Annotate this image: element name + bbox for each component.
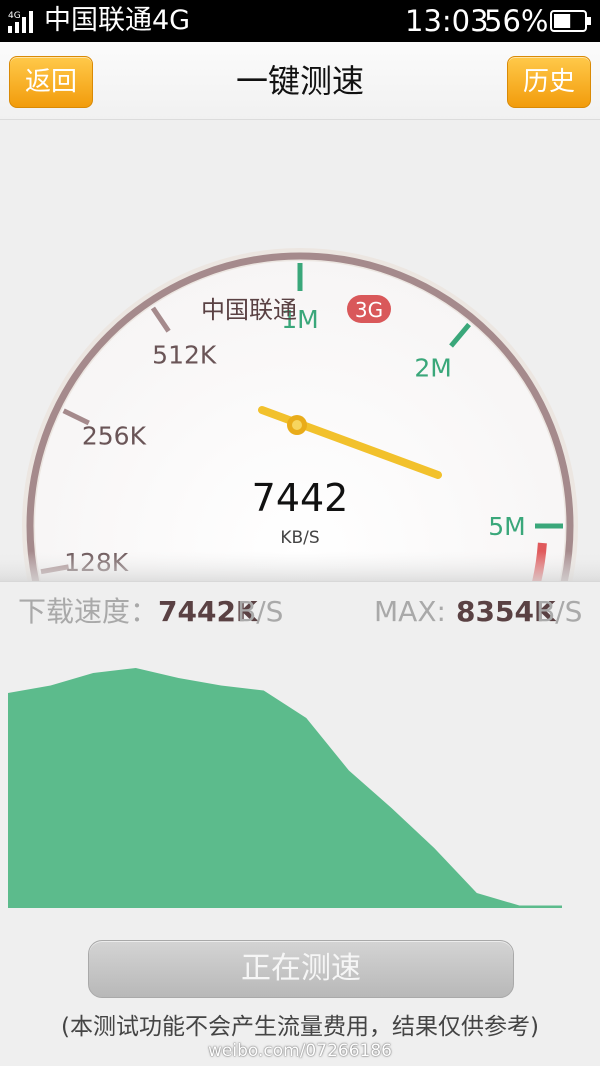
max-speed-unit: B/S xyxy=(536,595,583,628)
title-bar: 返回 一键测速 历史 xyxy=(0,42,600,120)
speed-history-graph xyxy=(8,668,562,908)
download-speed-unit: B/S xyxy=(237,595,284,628)
gauge-scale-label: 256K xyxy=(82,421,147,450)
network-badge-label: 3G xyxy=(355,298,383,322)
speed-test-button[interactable]: 正在测速 xyxy=(88,940,514,998)
gauge-dial: 0K128K256K512K1M2M5M10M 中国联通 3G 7442 KB/… xyxy=(0,248,600,581)
clock: 13:03 xyxy=(405,4,489,38)
speed-stats: 下载速度： 7442K B/S MAX: 8354K B/S xyxy=(0,581,600,643)
download-speed-label: 下载速度： xyxy=(18,595,159,628)
network-type-label: 4G xyxy=(8,11,21,21)
speed-gauge: 0K128K256K512K1M2M5M10M 中国联通 3G 7442 KB/… xyxy=(0,121,600,581)
speed-graph-area xyxy=(8,668,562,908)
gauge-bottom-shade xyxy=(0,551,600,581)
signal-strength-icon: 4G xyxy=(8,11,33,33)
page-title: 一键测速 xyxy=(235,62,364,100)
status-bar: 4G 中国联通4G 13:03 56% xyxy=(0,0,600,42)
back-button[interactable]: 返回 xyxy=(9,56,93,108)
history-button[interactable]: 历史 xyxy=(507,56,591,108)
battery-icon xyxy=(550,10,591,32)
gauge-scale-label: 512K xyxy=(152,340,217,369)
max-speed-label: MAX: xyxy=(374,595,446,628)
carrier-name: 中国联通4G xyxy=(44,5,191,36)
battery-percent: 56% xyxy=(484,4,549,38)
disclaimer-note: (本测试功能不会产生流量费用，结果仅供参考) xyxy=(61,1014,539,1040)
gauge-scale-label: 5M xyxy=(488,512,525,541)
current-speed-value: 7442 xyxy=(252,476,349,520)
gauge-scale-label: 2M xyxy=(414,353,451,382)
gauge-carrier-label: 中国联通 xyxy=(201,296,297,324)
watermark: weibo.com/07266186 xyxy=(208,1041,392,1061)
current-speed-unit: KB/S xyxy=(280,528,319,548)
